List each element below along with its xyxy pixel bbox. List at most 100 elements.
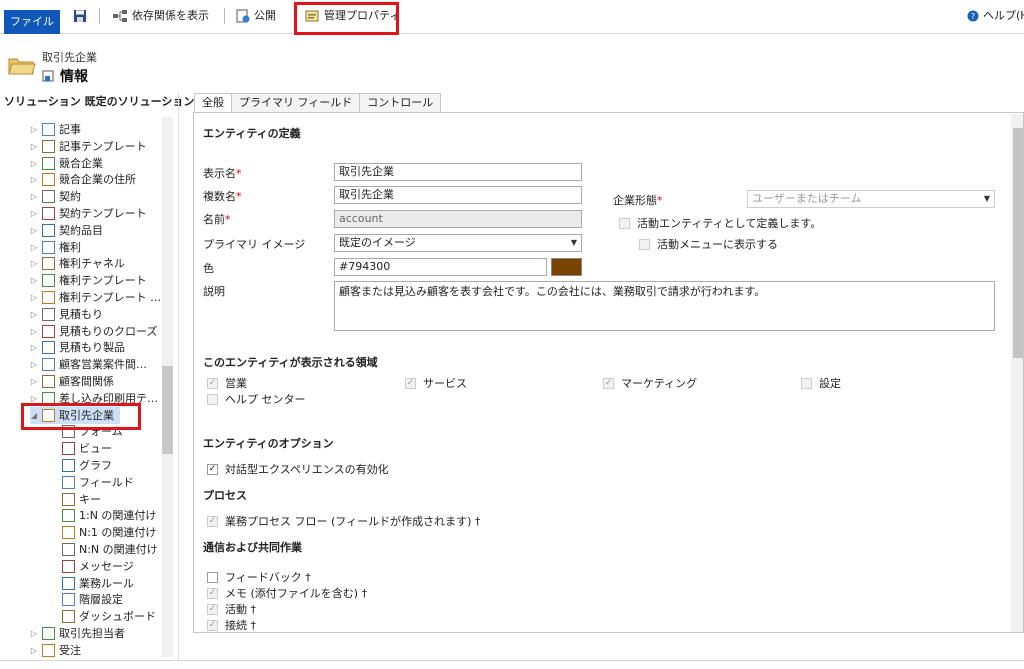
expand-arrow-icon[interactable]: ▷ <box>30 390 38 407</box>
tree-item[interactable]: ▷ 競合企業 <box>30 155 103 172</box>
managed-properties-button[interactable]: 管理プロパティ <box>305 7 400 25</box>
tree-item[interactable]: グラフ <box>62 457 112 474</box>
activity-entity-label: 活動エンティティとして定義します。 <box>637 217 822 230</box>
solution-explorer-window: ファイル 依存関係を表示 公開 管理プロパティ ? ヘルプ(H) 取引先企業 情… <box>0 0 1024 669</box>
save-button[interactable] <box>73 7 87 25</box>
tree-item[interactable]: ▷ 権利テンプレート <box>30 272 147 289</box>
expand-arrow-icon[interactable]: ▷ <box>30 255 38 272</box>
tree-item[interactable]: ▷ 権利テンプレート … <box>30 289 161 306</box>
form-scrollbar-thumb[interactable] <box>1013 128 1023 358</box>
tab-primary-field[interactable]: プライマリ フィールド <box>231 93 361 113</box>
mailmerge-icon <box>42 391 55 405</box>
tree-item[interactable]: ▷ 見積もり製品 <box>30 339 125 356</box>
tree-item[interactable]: N:1 の関連付け <box>62 524 156 541</box>
expanded-arrow-icon[interactable]: ◢ <box>30 407 38 424</box>
notes-checkbox: ✓ メモ (添付ファイルを含む) † <box>207 585 367 601</box>
expand-arrow-icon[interactable]: ▷ <box>30 373 38 390</box>
tree-item[interactable]: ▷ 見積もりのクローズ <box>30 323 157 340</box>
check-icon: ✓ <box>207 463 218 475</box>
tree-item[interactable]: ▷ 差し込み印刷用テ… <box>30 390 158 407</box>
tree-item-label: 契約品目 <box>59 223 103 237</box>
expand-arrow-icon[interactable]: ▷ <box>30 138 38 155</box>
tree-item[interactable]: フィールド <box>62 474 134 491</box>
color-input[interactable]: #794300 <box>334 258 547 276</box>
status-bar <box>0 660 1024 669</box>
tree-item-label: 権利 <box>59 240 81 254</box>
tree-item-label: 契約 <box>59 190 81 204</box>
tree-item[interactable]: ▷ 権利 <box>30 239 81 256</box>
expand-arrow-icon[interactable]: ▷ <box>30 289 38 306</box>
expand-arrow-icon[interactable]: ▷ <box>30 205 38 222</box>
plural-name-label-text: 複数名 <box>203 190 236 203</box>
tree-item[interactable]: 階層設定 <box>62 591 123 608</box>
display-name-input[interactable]: 取引先企業 <box>334 163 582 181</box>
expand-arrow-icon[interactable]: ▷ <box>30 239 38 256</box>
quote-product-icon <box>42 341 55 355</box>
help-button[interactable]: ? ヘルプ(H) <box>967 7 1024 25</box>
expand-arrow-icon[interactable]: ▷ <box>30 188 38 205</box>
expand-arrow-icon[interactable]: ▷ <box>30 323 38 340</box>
file-button[interactable]: ファイル <box>4 10 60 34</box>
tree-item[interactable]: キー <box>62 491 101 508</box>
tree-item[interactable]: 業務ルール <box>62 575 134 592</box>
nav-scrollbar-thumb[interactable] <box>162 366 173 454</box>
connections-label: 接続 † <box>225 619 256 632</box>
expand-arrow-icon[interactable]: ▷ <box>30 625 38 642</box>
view-icon <box>62 442 75 456</box>
expand-arrow-icon[interactable]: ▷ <box>30 356 38 373</box>
plural-name-input[interactable]: 取引先企業 <box>334 186 582 204</box>
solution-heading: ソリューション 既定のソリューション <box>4 95 195 108</box>
expand-arrow-icon[interactable]: ▷ <box>30 171 38 188</box>
tree-item[interactable]: メッセージ <box>62 558 134 575</box>
svg-text:?: ? <box>971 12 975 21</box>
dependencies-icon <box>113 10 127 22</box>
tree-item[interactable]: ▷ 権利チャネル <box>30 255 125 272</box>
chart-icon <box>62 459 75 472</box>
tree-item[interactable]: ▷ 競合企業の住所 <box>30 171 136 188</box>
tree-item[interactable]: ▷ 顧客営業案件間… <box>30 356 147 373</box>
tree-item[interactable]: フォーム <box>62 423 123 440</box>
tree-item[interactable]: ダッシュボード <box>62 608 156 625</box>
tree-item-label: N:N の関連付け <box>79 543 158 556</box>
expand-arrow-icon[interactable]: ▷ <box>30 272 38 289</box>
expand-arrow-icon[interactable]: ▷ <box>30 155 38 172</box>
interactive-experience-checkbox[interactable]: ✓ 対話型エクスペリエンスの有効化 <box>207 461 389 477</box>
tree-item-label: 権利チャネル <box>59 257 125 271</box>
expand-arrow-icon[interactable]: ▷ <box>30 642 38 659</box>
checkbox-box <box>619 217 630 229</box>
expand-arrow-icon[interactable]: ▷ <box>30 121 38 138</box>
tree-item[interactable]: ▷ 記事 <box>30 121 81 138</box>
name-label: 名前* <box>203 213 231 226</box>
tab-general[interactable]: 全般 <box>194 93 232 114</box>
expand-arrow-icon[interactable]: ▷ <box>30 339 38 356</box>
primary-image-select[interactable]: 既定のイメージ ▼ <box>334 234 582 252</box>
publish-button[interactable]: 公開 <box>236 7 276 25</box>
tree-item[interactable]: ▷ 契約品目 <box>30 222 103 239</box>
tree-item[interactable]: ▷ 記事テンプレート <box>30 138 147 155</box>
tree-item-label: グラフ <box>79 459 112 472</box>
tree-item[interactable]: N:N の関連付け <box>62 541 158 558</box>
publish-label: 公開 <box>254 9 276 22</box>
primary-image-value: 既定のイメージ <box>339 236 416 249</box>
tree-item[interactable]: ▷ 契約 <box>30 188 81 205</box>
tree-item[interactable]: ▷ 契約テンプレート <box>30 205 147 222</box>
description-textarea[interactable]: 顧客または見込み顧客を表す会社です。この会社には、業務取引で請求が行われます。 <box>334 281 995 331</box>
expand-arrow-icon[interactable]: ▷ <box>30 306 38 323</box>
expand-arrow-icon[interactable]: ▷ <box>30 222 38 239</box>
tree-item-label: 権利テンプレート <box>59 274 147 288</box>
feedback-checkbox[interactable]: フィードバック † <box>207 569 311 585</box>
tree-item[interactable]: ビュー <box>62 440 112 457</box>
tab-controls[interactable]: コントロール <box>359 93 442 113</box>
tree-item[interactable]: ▷ 顧客間関係 <box>30 373 114 390</box>
tree-item[interactable]: ◢ 取引先企業 <box>30 406 120 424</box>
pane-splitter[interactable] <box>178 93 179 659</box>
tree-item[interactable]: 1:N の関連付け <box>62 507 156 524</box>
tree-item[interactable]: ▷ 見積もり <box>30 306 103 323</box>
tree-item[interactable]: ▷ 受注 <box>30 642 81 659</box>
tree-item[interactable]: ▷ 取引先担当者 <box>30 625 125 642</box>
tree-item-label: 受注 <box>59 643 81 657</box>
help-icon: ? <box>967 10 979 22</box>
primary-image-label: プライマリ イメージ <box>203 238 306 251</box>
color-swatch[interactable] <box>551 258 582 276</box>
show-dependencies-button[interactable]: 依存関係を表示 <box>112 7 209 25</box>
